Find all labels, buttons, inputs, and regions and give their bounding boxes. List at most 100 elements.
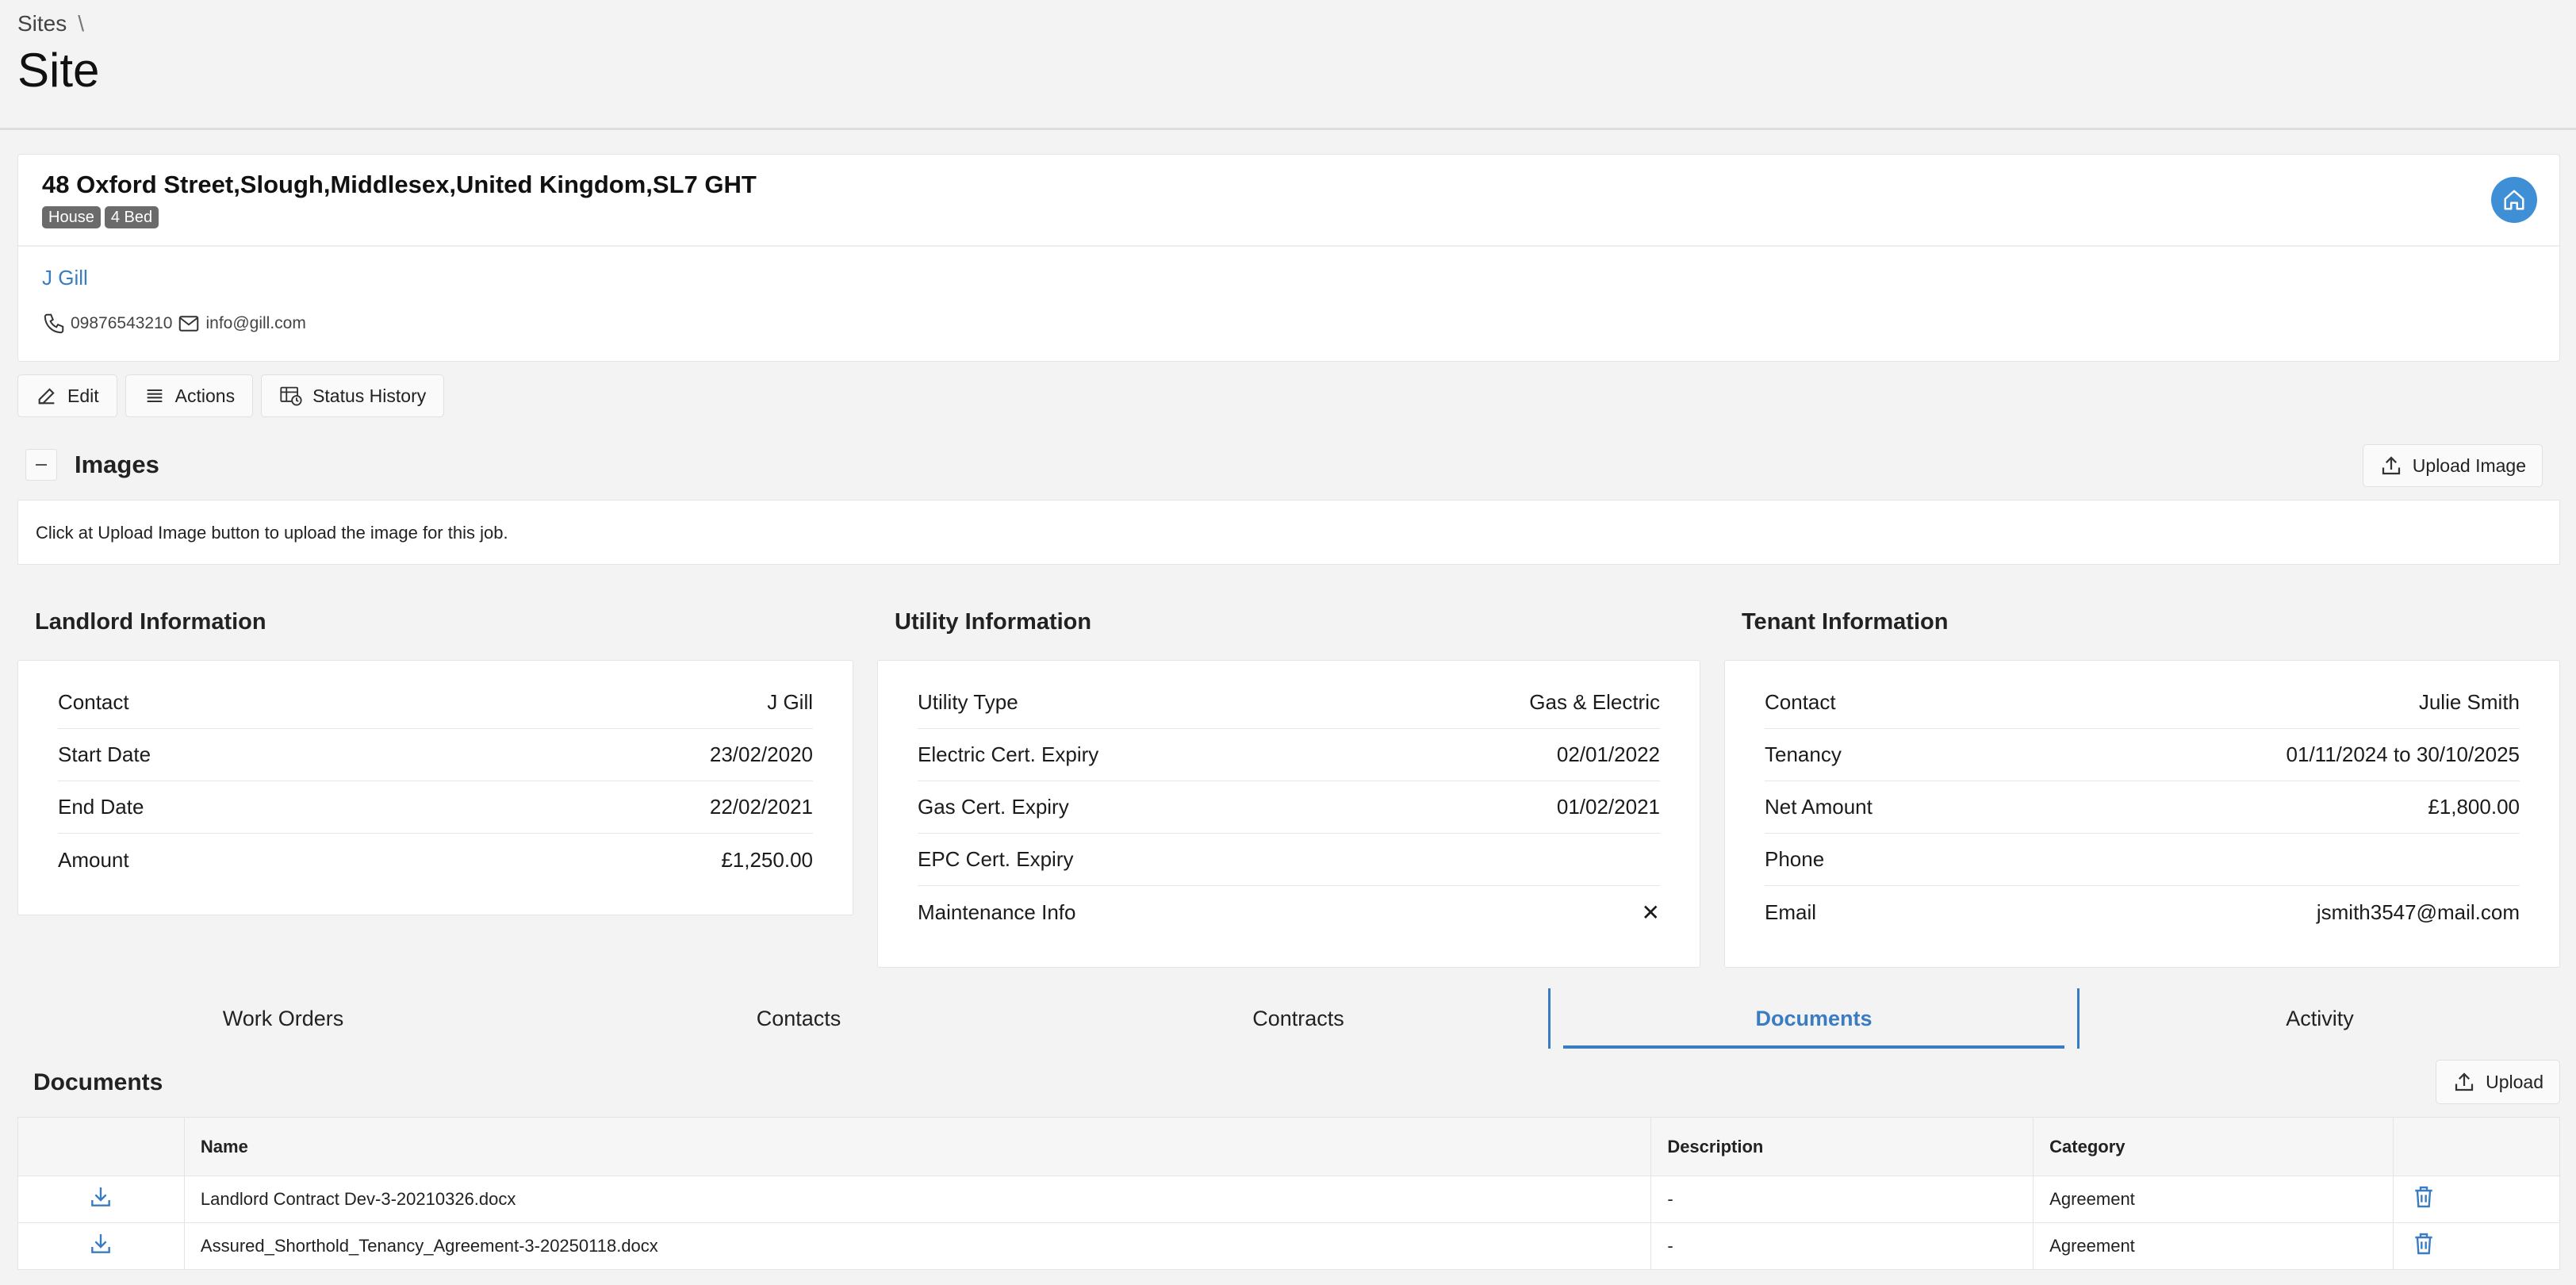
tenant-row: Net Amount £1,800.00 <box>1765 781 2520 834</box>
download-icon[interactable] <box>88 1231 113 1256</box>
row-label: Phone <box>1765 847 1825 871</box>
column-header-name[interactable]: Name <box>183 1117 1652 1176</box>
row-label: End Date <box>58 795 144 819</box>
utility-row: EPC Cert. Expiry <box>918 834 1660 886</box>
images-title: Images <box>75 451 159 478</box>
documents-table-header: Name Description Category <box>17 1117 2560 1176</box>
site-email[interactable]: info@gill.com <box>205 314 305 333</box>
delete-cell <box>2393 1176 2560 1223</box>
landlord-row: End Date 22/02/2021 <box>58 781 813 834</box>
page-title: Site <box>17 44 100 97</box>
document-name: Landlord Contract Dev-3-20210326.docx <box>183 1176 1652 1223</box>
breadcrumb: Sites \ <box>17 11 84 36</box>
tenant-information-title: Tenant Information <box>1742 609 1949 635</box>
download-cell <box>17 1176 185 1223</box>
row-value: jsmith3547@mail.com <box>2316 900 2520 924</box>
column-header-download <box>17 1117 185 1176</box>
bedrooms-badge: 4 Bed <box>104 206 159 228</box>
breadcrumb-sites-link[interactable]: Sites <box>17 11 67 36</box>
landlord-row: Contact J Gill <box>58 677 813 729</box>
row-value: 02/01/2022 <box>1556 742 1660 766</box>
images-empty-message: Click at Upload Image button to upload t… <box>36 523 508 543</box>
document-category: Agreement <box>2033 1222 2394 1270</box>
actions-label: Actions <box>174 385 236 406</box>
row-value: J Gill <box>767 690 813 714</box>
site-address: 48 Oxford Street,Slough,Middlesex,United… <box>42 171 757 198</box>
site-contact-link[interactable]: J Gill <box>42 266 88 290</box>
row-label: Start Date <box>58 742 151 766</box>
images-section-header: Images Upload Image <box>17 441 2560 490</box>
landlord-row: Start Date 23/02/2020 <box>58 729 813 781</box>
row-value: 01/11/2024 to 30/10/2025 <box>2286 742 2520 766</box>
row-label: Email <box>1765 900 1817 924</box>
row-label: Utility Type <box>918 690 1018 714</box>
edit-button[interactable]: Edit <box>17 374 117 417</box>
phone-icon <box>44 313 64 334</box>
tenant-row: Phone <box>1765 834 2520 886</box>
status-history-button[interactable]: Status History <box>261 374 445 417</box>
tenant-row: Contact Julie Smith <box>1765 677 2520 729</box>
home-button[interactable] <box>2491 177 2537 223</box>
landlord-information-title: Landlord Information <box>35 609 266 635</box>
tenant-row: Email jsmith3547@mail.com <box>1765 886 2520 938</box>
site-phone[interactable]: 09876543210 <box>71 314 172 333</box>
row-value: £1,800.00 <box>2428 795 2520 819</box>
column-header-description[interactable]: Description <box>1650 1117 2034 1176</box>
tab-contracts[interactable]: Contracts <box>1048 988 1548 1049</box>
delete-cell <box>2393 1222 2560 1270</box>
row-label: Amount <box>58 847 129 872</box>
site-tabs: Work Orders Contacts Contracts Documents… <box>17 988 2560 1049</box>
row-label: Gas Cert. Expiry <box>918 795 1069 819</box>
tab-activity[interactable]: Activity <box>2080 988 2560 1049</box>
documents-title: Documents <box>33 1069 163 1095</box>
tab-documents-label: Documents <box>1755 1006 1873 1030</box>
document-name: Assured_Shorthold_Tenancy_Agreement-3-20… <box>183 1222 1652 1270</box>
property-type-badge: House <box>42 206 101 228</box>
document-description: - <box>1650 1222 2034 1270</box>
download-cell <box>17 1222 185 1270</box>
tenant-information-body: Contact Julie Smith Tenancy 01/11/2024 to … <box>1724 660 2560 968</box>
row-label: Contact <box>1765 690 1836 714</box>
site-header: 48 Oxford Street,Slough,Middlesex,United… <box>18 155 2559 247</box>
upload-icon <box>2455 1072 2474 1091</box>
site-contact-details: 09876543210 info@gill.com <box>42 312 306 336</box>
row-value: 01/02/2021 <box>1556 795 1660 819</box>
actions-button[interactable]: Actions <box>125 374 254 417</box>
active-tab-indicator <box>1563 1045 2064 1049</box>
tab-documents[interactable]: Documents <box>1548 988 2080 1049</box>
upload-icon <box>2382 456 2400 475</box>
trash-icon[interactable] <box>2411 1230 2436 1257</box>
minus-icon <box>36 464 47 466</box>
tab-work-orders[interactable]: Work Orders <box>17 988 549 1049</box>
row-value: 22/02/2021 <box>709 795 813 819</box>
home-icon <box>2504 190 2524 210</box>
edit-icon <box>38 388 55 405</box>
tenant-row: Tenancy 01/11/2024 to 30/10/2025 <box>1765 729 2520 781</box>
tab-contacts[interactable]: Contacts <box>549 988 1048 1049</box>
table-row: Assured_Shorthold_Tenancy_Agreement-3-20… <box>17 1222 2560 1270</box>
site-toolbar: Edit Actions Status History <box>17 374 445 417</box>
document-description: - <box>1650 1176 2034 1223</box>
trash-icon[interactable] <box>2411 1183 2436 1210</box>
mail-icon <box>179 316 199 332</box>
list-icon <box>147 389 162 403</box>
status-history-label: Status History <box>312 385 427 406</box>
edit-label: Edit <box>67 385 99 406</box>
utility-row: Utility Type Gas & Electric <box>918 677 1660 729</box>
row-label: Net Amount <box>1765 795 1873 819</box>
images-collapse-button[interactable] <box>25 449 57 481</box>
utility-row: Maintenance Info ✕ <box>918 886 1660 938</box>
utility-information-body: Utility Type Gas & Electric Electric Cert… <box>877 660 1700 968</box>
images-panel: Click at Upload Image button to upload t… <box>17 500 2560 565</box>
documents-table: Name Description Category Landlord Contr… <box>17 1117 2560 1270</box>
utility-row: Electric Cert. Expiry 02/01/2022 <box>918 729 1660 781</box>
utility-row: Gas Cert. Expiry 01/02/2021 <box>918 781 1660 834</box>
upload-image-button[interactable]: Upload Image <box>2362 444 2543 487</box>
row-value: £1,250.00 <box>721 847 813 872</box>
download-icon[interactable] <box>88 1184 113 1210</box>
site-card: 48 Oxford Street,Slough,Middlesex,United… <box>17 154 2560 362</box>
upload-label: Upload <box>2486 1071 2543 1092</box>
upload-document-button[interactable]: Upload <box>2436 1060 2560 1104</box>
column-header-category[interactable]: Category <box>2033 1117 2394 1176</box>
row-label: Tenancy <box>1765 742 1842 766</box>
